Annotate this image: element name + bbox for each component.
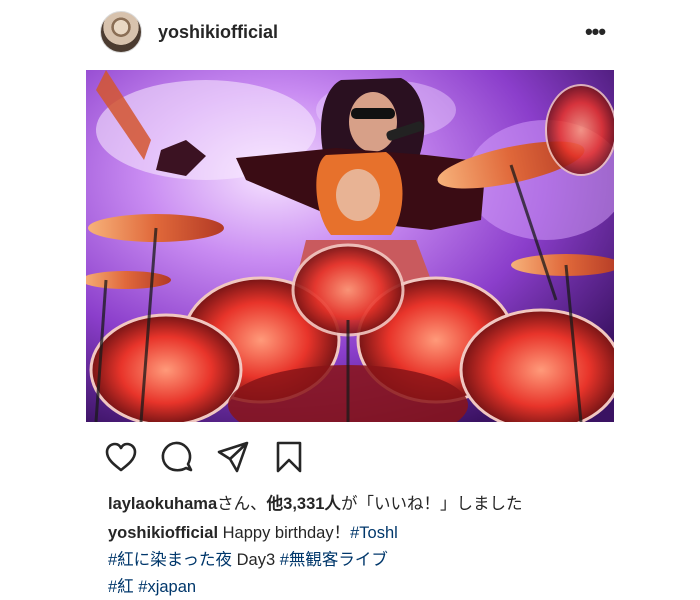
hashtag-xjapan[interactable]: #xjapan (138, 578, 196, 596)
hashtag-kurenai-night[interactable]: #紅に染まった夜 (108, 551, 232, 569)
likes-suffix-text: が「いいね！」しました (340, 495, 523, 513)
post-photo[interactable] (86, 70, 614, 422)
liker-username[interactable]: laylaokuhama (108, 495, 217, 513)
caption-day3: Day3 (236, 551, 276, 569)
likes-count[interactable]: 他3,331人 (267, 495, 341, 513)
caption-line-1: yoshikiofficial Happy birthday！#Toshl (108, 520, 608, 547)
post-username[interactable]: yoshikiofficial (158, 22, 278, 43)
more-options-button[interactable]: ••• (580, 17, 610, 47)
likes-summary: laylaokuhamaさん、他3,331人が「いいね！」しました (108, 490, 522, 514)
heart-icon (105, 442, 137, 472)
share-button[interactable] (212, 436, 254, 478)
caption-text: Happy birthday！ (222, 524, 351, 542)
caption-line-2: #紅に染まった夜 Day3 #無観客ライブ (108, 547, 608, 574)
save-button[interactable] (268, 436, 310, 478)
avatar[interactable] (100, 11, 142, 53)
hashtag-no-audience-live[interactable]: #無観客ライブ (280, 551, 388, 569)
post-header: yoshikiofficial ••• (100, 8, 610, 56)
comment-bubble-icon (161, 441, 193, 472)
caption-author[interactable]: yoshikiofficial (108, 524, 218, 542)
likes-middle-text: さん、 (217, 495, 267, 513)
post-caption: yoshikiofficial Happy birthday！#Toshl #紅… (108, 520, 608, 600)
more-options-icon: ••• (584, 19, 606, 44)
like-button[interactable] (100, 436, 142, 478)
instagram-post: yoshikiofficial ••• laylaokuhamaさん、他3,33… (0, 0, 700, 600)
bookmark-icon (276, 441, 302, 473)
caption-line-3: #紅 #xjapan (108, 574, 608, 600)
concert-photo-illustration (86, 70, 614, 422)
post-actions (100, 436, 600, 478)
hashtag-kurenai[interactable]: #紅 (108, 578, 134, 596)
comment-button[interactable] (156, 436, 198, 478)
paper-plane-icon (217, 441, 249, 473)
hashtag-toshl[interactable]: #Toshl (350, 524, 398, 542)
